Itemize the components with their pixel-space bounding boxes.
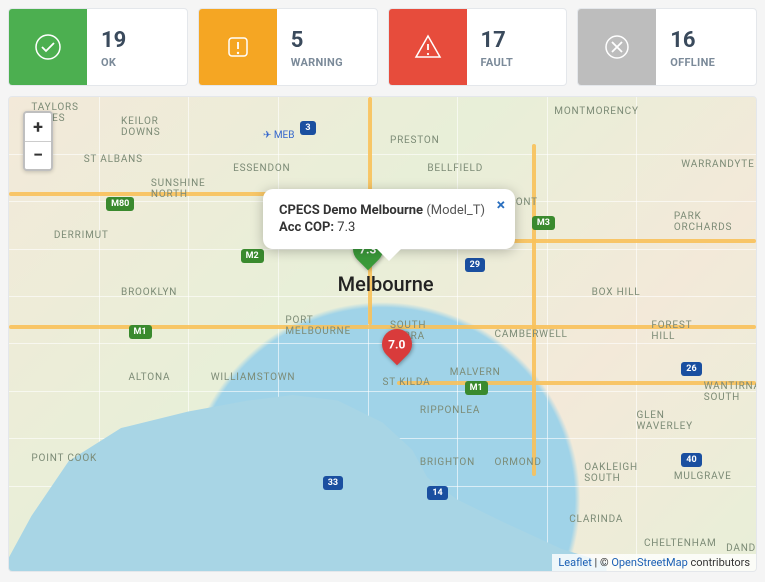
stat-value-fault: 17 xyxy=(481,29,514,53)
offline-icon xyxy=(578,9,656,85)
site-popup: × CPECS Demo Melbourne (Model_T) Acc COP… xyxy=(263,189,515,249)
ok-icon xyxy=(9,9,87,85)
stat-value-offline: 16 xyxy=(670,29,715,53)
stat-card-fault[interactable]: 17 FAULT xyxy=(388,8,568,86)
marker-site-red[interactable]: 7.0 xyxy=(382,329,412,367)
stat-label-ok: OK xyxy=(101,56,126,69)
popup-metric-value: 7.3 xyxy=(337,220,355,235)
stat-card-warning[interactable]: 5 WARNING xyxy=(198,8,378,86)
stat-label-warning: WARNING xyxy=(291,56,343,69)
stat-value-ok: 19 xyxy=(101,29,126,53)
stat-card-ok[interactable]: 19 OK xyxy=(8,8,188,86)
map[interactable]: TAYLORS LAKES KEILOR DOWNS ST ALBANS SUN… xyxy=(8,96,757,572)
attribution-leaflet-link[interactable]: Leaflet xyxy=(558,556,591,569)
stat-value-warning: 5 xyxy=(291,29,343,53)
status-summary-row: 19 OK 5 WARNING 17 FAULT 16 OFFLINE xyxy=(8,8,757,86)
attribution-osm-link[interactable]: OpenStreetMap xyxy=(611,556,687,569)
popup-subtitle: (Model_T) xyxy=(426,203,485,218)
zoom-controls: + − xyxy=(23,111,53,171)
stat-label-offline: OFFLINE xyxy=(670,56,715,69)
popup-close-icon[interactable]: × xyxy=(497,195,506,214)
map-attribution: Leaflet | © OpenStreetMap contributors xyxy=(552,554,756,571)
popup-metric-label: Acc COP: xyxy=(279,220,334,235)
warning-icon xyxy=(199,9,277,85)
zoom-in-button[interactable]: + xyxy=(25,113,51,141)
stat-label-fault: FAULT xyxy=(481,56,514,69)
popup-title: CPECS Demo Melbourne xyxy=(279,203,423,218)
zoom-out-button[interactable]: − xyxy=(25,141,51,169)
stat-card-offline[interactable]: 16 OFFLINE xyxy=(577,8,757,86)
fault-icon xyxy=(389,9,467,85)
marker-value-red: 7.0 xyxy=(389,337,406,351)
